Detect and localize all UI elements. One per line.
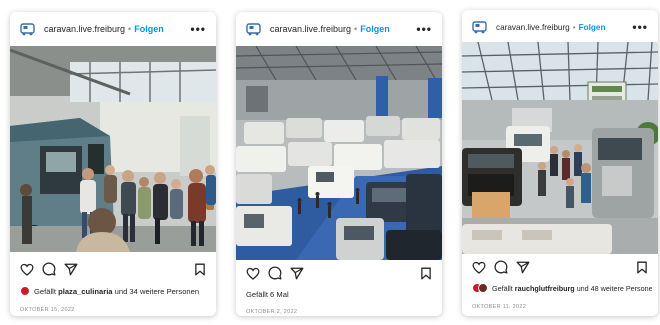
post-card-2: caravan.live.freiburg • Folgen ••• Gefäl…: [236, 12, 442, 316]
post-actions: [462, 258, 658, 276]
post-card-3: caravan.live.freiburg • Folgen ••• Gefäl…: [462, 10, 658, 316]
likes-suffix[interactable]: und 34 weitere Personen: [115, 287, 199, 296]
likes-line: Gefällt plaza_culinaria und 34 weitere P…: [20, 286, 210, 296]
comment-icon[interactable]: [268, 266, 282, 280]
post-photo[interactable]: [236, 46, 442, 260]
more-options-icon[interactable]: •••: [632, 20, 648, 34]
more-options-icon[interactable]: •••: [190, 22, 206, 36]
more-options-icon[interactable]: •••: [416, 22, 432, 36]
share-icon[interactable]: [516, 261, 530, 274]
follow-button[interactable]: Folgen: [134, 24, 164, 34]
separator-dot: •: [572, 22, 576, 32]
liker-avatar-icon[interactable]: [20, 286, 30, 296]
follow-button[interactable]: Folgen: [579, 23, 606, 32]
account-avatar-icon[interactable]: [246, 22, 262, 36]
separator-dot: •: [128, 24, 132, 34]
bookmark-icon[interactable]: [194, 263, 206, 276]
likes-count[interactable]: Gefällt 6 Mal: [246, 290, 289, 299]
bookmark-icon[interactable]: [636, 261, 648, 274]
likes-line: Gefällt rauchglutfreiburg und 48 weitere…: [472, 283, 652, 293]
likes-suffix[interactable]: und 48 weitere Personen: [577, 284, 652, 293]
liker-username[interactable]: rauchglutfreiburg: [515, 284, 575, 293]
post-header: caravan.live.freiburg • Folgen •••: [462, 10, 658, 44]
account-avatar-icon[interactable]: [20, 22, 36, 36]
liker-avatar-icon[interactable]: [472, 283, 488, 293]
heart-icon[interactable]: [472, 261, 486, 274]
liker-username[interactable]: plaza_culinaria: [58, 287, 112, 296]
post-photo[interactable]: [10, 46, 216, 252]
bookmark-icon[interactable]: [420, 267, 432, 280]
post-header: caravan.live.freiburg • Folgen •••: [10, 12, 216, 46]
account-avatar-icon[interactable]: [472, 20, 488, 34]
post-actions: [10, 260, 216, 278]
post-header: caravan.live.freiburg • Folgen •••: [236, 12, 442, 46]
heart-icon[interactable]: [246, 267, 260, 280]
comment-icon[interactable]: [494, 260, 508, 274]
post-card-1: caravan.live.freiburg • Folgen ••• Gefäl…: [10, 12, 216, 316]
post-date: OKTOBER 15, 2022: [20, 307, 75, 313]
post-date: OKTOBER 11, 2022: [472, 304, 527, 310]
likes-prefix: Gefällt: [34, 286, 56, 296]
account-name[interactable]: caravan.live.freiburg: [270, 24, 351, 34]
account-name[interactable]: caravan.live.freiburg: [496, 23, 570, 32]
post-photo[interactable]: [462, 42, 658, 254]
share-icon[interactable]: [290, 267, 304, 280]
likes-prefix: Gefällt: [492, 283, 513, 293]
heart-icon[interactable]: [20, 263, 34, 276]
comment-icon[interactable]: [42, 262, 56, 276]
post-date: OKTOBER 2, 2022: [246, 309, 298, 315]
follow-button[interactable]: Folgen: [360, 24, 390, 34]
likes-line[interactable]: Gefällt 6 Mal: [246, 290, 436, 299]
separator-dot: •: [354, 24, 358, 34]
account-name[interactable]: caravan.live.freiburg: [44, 24, 125, 34]
post-actions: [236, 264, 442, 282]
share-icon[interactable]: [64, 263, 78, 276]
